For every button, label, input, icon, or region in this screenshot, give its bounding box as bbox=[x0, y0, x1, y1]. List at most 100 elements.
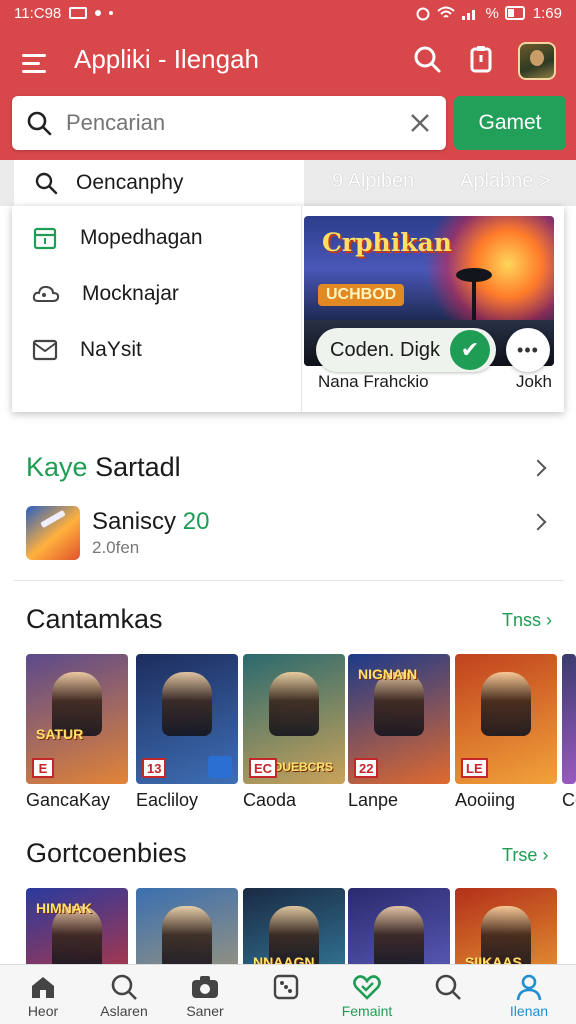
app-icon bbox=[26, 506, 80, 560]
rating-badge: 22 bbox=[354, 758, 379, 778]
app-name: Saniscy 20 bbox=[92, 508, 209, 536]
search-input[interactable] bbox=[66, 110, 366, 136]
app-name-text: Saniscy bbox=[92, 508, 177, 535]
game-character-art bbox=[162, 906, 212, 970]
bottom-navigation: Heor Aslaren Saner Femaint Ilenan bbox=[0, 964, 576, 1024]
search-icon bbox=[35, 172, 58, 195]
rating-badge: EC bbox=[249, 758, 278, 778]
rating-badge: 13 bbox=[142, 758, 167, 778]
see-more-link[interactable]: Trse › bbox=[502, 845, 548, 866]
dropdown-item-label: NaYsit bbox=[80, 338, 142, 361]
nav-home[interactable]: Heor bbox=[2, 965, 84, 1024]
search-icon bbox=[435, 974, 461, 1000]
section-title: Kaye Sartadl bbox=[26, 452, 181, 483]
nav-dice[interactable] bbox=[245, 965, 327, 1024]
banner-badge: UCHBOD bbox=[318, 284, 405, 306]
game-card[interactable]: NIGNAIN 22 bbox=[348, 654, 450, 784]
search-icon bbox=[111, 974, 137, 1000]
nav-label: Heor bbox=[27, 1003, 59, 1019]
game-card-art-text: SATUR bbox=[36, 726, 84, 742]
see-more-text: Trse bbox=[502, 845, 538, 865]
game-character-art bbox=[481, 672, 531, 736]
notification-icon bbox=[69, 7, 88, 19]
nav-profile[interactable]: Ilenan bbox=[488, 965, 570, 1024]
dot-icon bbox=[95, 10, 102, 16]
heart-icon bbox=[353, 975, 381, 1000]
search-icon bbox=[27, 111, 52, 136]
dice-icon bbox=[273, 974, 299, 1000]
alarm-icon bbox=[416, 7, 430, 21]
cloud-icon bbox=[32, 285, 60, 302]
app-screen: 11:C98 % 1:69 Appliki - Ilengah Gamet bbox=[0, 0, 576, 1024]
dropdown-item[interactable]: NaYsit bbox=[32, 330, 292, 370]
mail-icon bbox=[32, 339, 58, 361]
divider bbox=[14, 580, 564, 581]
nav-search[interactable]: Aslaren bbox=[83, 965, 165, 1024]
suggestion-item[interactable]: Oencanphy bbox=[14, 160, 304, 206]
game-character-art bbox=[162, 672, 212, 736]
game-card[interactable]: 13 bbox=[136, 654, 238, 784]
dropdown-item[interactable]: Mocknajar bbox=[32, 274, 292, 314]
dropdown-panel: Mopedhagan Mocknajar NaYsit Crphikan UCH… bbox=[12, 206, 564, 412]
banner-caption: Nana Frahckio bbox=[318, 372, 429, 391]
battery-icon bbox=[504, 6, 525, 20]
game-card-art-text: HIMNAK bbox=[36, 900, 92, 916]
banner-title: Crphikan bbox=[322, 228, 452, 257]
nav-label: Femaint bbox=[341, 1003, 393, 1019]
person-icon bbox=[516, 974, 542, 1001]
rating-badge: E bbox=[32, 758, 54, 778]
dot-icon bbox=[109, 11, 114, 15]
clipboard-icon[interactable] bbox=[466, 44, 496, 74]
suggestion-row: Oencanphy 9 Alpiben Aplabne > bbox=[0, 160, 576, 206]
battery-percent: % bbox=[485, 4, 499, 22]
nav-label: Ilenan bbox=[509, 1003, 549, 1019]
more-options-button[interactable]: ••• bbox=[506, 328, 550, 372]
signal-icon bbox=[462, 10, 476, 20]
section-title-text: Sartadl bbox=[95, 452, 181, 482]
check-icon[interactable]: ✔ bbox=[450, 330, 490, 370]
game-card[interactable] bbox=[562, 654, 576, 784]
palm-tree-graphic bbox=[456, 268, 492, 326]
close-icon[interactable] bbox=[408, 111, 432, 135]
nav-search-alt[interactable] bbox=[407, 965, 489, 1024]
chevron-right-icon[interactable] bbox=[529, 459, 547, 477]
nav-favorites[interactable]: Femaint bbox=[326, 965, 408, 1024]
game-character-art bbox=[374, 906, 424, 970]
game-card-art-text: OUEBCRS bbox=[273, 760, 334, 774]
see-more-link[interactable]: Tnss › bbox=[502, 610, 552, 631]
game-card[interactable]: OUEBCRS EC bbox=[243, 654, 345, 784]
status-time: 11:C98 bbox=[14, 4, 62, 22]
dropdown-menu: Mopedhagan Mocknajar NaYsit bbox=[12, 206, 302, 412]
game-card-art-text: NIGNAIN bbox=[358, 666, 418, 682]
suggestion-link[interactable]: Aplabne > bbox=[460, 170, 551, 193]
dropdown-item[interactable]: Mopedhagan bbox=[32, 218, 292, 258]
suggestion-link[interactable]: 9 Alpiben bbox=[332, 170, 414, 193]
app-list-item[interactable]: Saniscy 20 2.0fen bbox=[26, 506, 556, 562]
section-title-accent: Kaye bbox=[26, 452, 88, 482]
wifi-icon bbox=[437, 6, 456, 18]
game-card[interactable]: SATUR E bbox=[26, 654, 128, 784]
app-subtitle: 2.0fen bbox=[92, 538, 140, 557]
calendar-icon bbox=[33, 227, 57, 250]
section-title: Gortcoenbies bbox=[26, 838, 187, 868]
download-icon bbox=[208, 756, 232, 778]
game-card[interactable]: LE bbox=[455, 654, 557, 784]
nav-camera[interactable]: Saner bbox=[164, 965, 246, 1024]
page-title: Appliki - Ilengah bbox=[74, 44, 259, 74]
game-card-title: Cc bbox=[562, 790, 576, 810]
game-button[interactable]: Gamet bbox=[454, 96, 566, 150]
rating-badge: LE bbox=[461, 758, 488, 778]
home-icon bbox=[32, 977, 54, 998]
menu-icon[interactable] bbox=[18, 48, 54, 78]
suggestion-text: Oencanphy bbox=[76, 171, 184, 194]
search-bar bbox=[12, 96, 446, 150]
camera-icon bbox=[192, 976, 218, 998]
dropdown-item-label: Mocknajar bbox=[82, 282, 179, 305]
banner-caption: Jokh bbox=[516, 372, 552, 391]
section-title: Cantamkas bbox=[26, 604, 163, 634]
search-icon[interactable] bbox=[412, 44, 442, 74]
see-more-text: Tnss bbox=[502, 610, 542, 630]
game-character-art bbox=[269, 672, 319, 736]
avatar[interactable] bbox=[518, 42, 556, 80]
status-time-right: 1:69 bbox=[532, 4, 562, 22]
